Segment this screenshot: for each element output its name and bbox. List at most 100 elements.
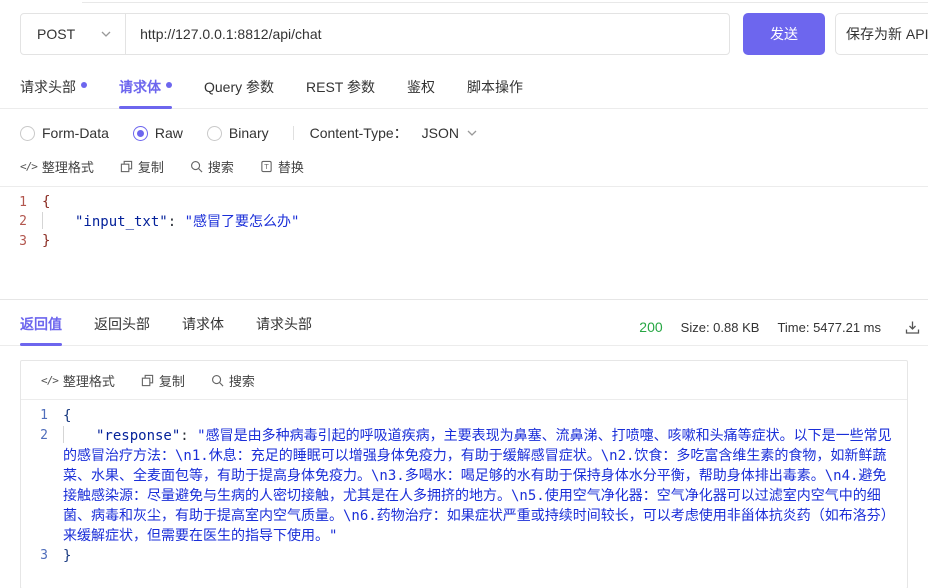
tab-query-params[interactable]: Query 参数 xyxy=(204,71,274,108)
response-tabs-row: 返回值 返回头部 请求体 请求头部 200 Size: 0.88 KB Time… xyxy=(0,308,928,346)
json-colon: : xyxy=(167,214,185,230)
content-type-select[interactable]: JSON xyxy=(422,125,477,141)
tab-label: 返回值 xyxy=(20,316,62,332)
tool-label: 搜索 xyxy=(228,374,255,389)
json-key: "input_txt" xyxy=(75,214,168,230)
brace: } xyxy=(63,548,72,564)
save-as-new-api-button[interactable]: 保存为新 API xyxy=(835,13,928,55)
json-colon: : xyxy=(180,428,198,444)
code-icon: </> xyxy=(41,374,59,387)
content-type-value: JSON xyxy=(421,125,460,141)
response-meta: 200 Size: 0.88 KB Time: 5477.21 ms xyxy=(639,319,920,345)
tab-request-headers[interactable]: 请求头部 xyxy=(20,71,87,108)
search-button[interactable]: 搜索 xyxy=(211,371,255,390)
json-value: "感冒是由多种病毒引起的呼吸道疾病，主要表现为鼻塞、流鼻涕、打喷嚏、咳嗽和头痛等… xyxy=(63,428,895,544)
send-button[interactable]: 发送 xyxy=(743,13,825,55)
response-size: Size: 0.88 KB xyxy=(680,319,760,335)
indent-guide xyxy=(63,426,96,443)
svg-text:T: T xyxy=(263,163,269,171)
tool-label: 复制 xyxy=(158,374,185,389)
status-code: 200 xyxy=(639,319,663,335)
radio-label: Form-Data xyxy=(42,125,109,141)
tab-label: 鉴权 xyxy=(407,79,435,95)
code-line: 2 "response": "感冒是由多种病毒引起的呼吸道疾病，主要表现为鼻塞、… xyxy=(21,426,907,546)
response-time: Time: 5477.21 ms xyxy=(777,319,881,335)
radio-label: Binary xyxy=(228,125,269,141)
request-bar: POST 发送 保存为新 API xyxy=(20,13,928,55)
url-input[interactable] xyxy=(126,14,729,54)
tool-label: 替换 xyxy=(277,160,304,175)
search-icon xyxy=(190,161,203,173)
line-number: 1 xyxy=(40,408,48,423)
tab-label: 返回头部 xyxy=(94,316,150,332)
request-tabs: 请求头部 请求体 Query 参数 REST 参数 鉴权 脚本操作 xyxy=(0,71,928,109)
download-icon[interactable] xyxy=(905,320,920,335)
request-editor[interactable]: 1 { 2 "input_txt": "感冒了要怎么办" 3 } xyxy=(0,186,928,251)
format-button[interactable]: </> 整理格式 xyxy=(41,371,115,390)
tool-label: 复制 xyxy=(137,160,164,175)
line-number: 3 xyxy=(19,234,27,249)
tab-label: REST 参数 xyxy=(306,79,375,95)
brace: { xyxy=(42,194,51,210)
copy-icon xyxy=(141,374,154,387)
tool-label: 整理格式 xyxy=(41,160,94,175)
response-panel: </> 整理格式 复制 搜索 1 { 2 "response": "感冒是由多种… xyxy=(20,360,908,588)
brace: { xyxy=(63,408,72,424)
brace: } xyxy=(42,233,51,249)
tab-label: 请求头部 xyxy=(20,79,76,95)
indent-guide xyxy=(42,212,75,229)
response-editor[interactable]: 1 { 2 "response": "感冒是由多种病毒引起的呼吸道疾病，主要表现… xyxy=(21,400,907,588)
chevron-down-icon xyxy=(101,31,111,37)
radio-binary[interactable]: Binary xyxy=(206,125,269,141)
code-line: 1 { xyxy=(0,193,928,212)
tab-rest-params[interactable]: REST 参数 xyxy=(306,71,375,108)
tab-response-body[interactable]: 返回值 xyxy=(20,308,62,346)
tab-response-headers[interactable]: 返回头部 xyxy=(94,308,150,345)
copy-icon xyxy=(120,160,133,173)
code-line: 3 } xyxy=(0,232,928,251)
divider xyxy=(292,126,294,140)
code-icon: </> xyxy=(20,160,38,173)
tab-label: 请求头部 xyxy=(256,316,312,332)
radio-form-data[interactable]: Form-Data xyxy=(20,125,109,141)
response-toolbar: </> 整理格式 复制 搜索 xyxy=(21,361,907,400)
radio-checked-icon xyxy=(132,125,148,141)
tab-scripts[interactable]: 脚本操作 xyxy=(467,71,523,108)
tab-label: 脚本操作 xyxy=(467,79,523,95)
body-type-row: Form-Data Raw Binary Content-Type： JSON xyxy=(20,123,928,143)
radio-icon xyxy=(20,125,35,141)
method-value: POST xyxy=(37,26,76,42)
json-value: "感冒了要怎么办" xyxy=(184,214,300,230)
replace-icon: T xyxy=(261,160,272,173)
line-number: 1 xyxy=(19,195,27,210)
tab-sent-headers[interactable]: 请求头部 xyxy=(256,308,312,345)
section-divider xyxy=(0,299,928,300)
request-editor-toolbar: </> 整理格式 复制 搜索 T 替换 xyxy=(20,157,928,176)
modified-dot xyxy=(81,82,87,88)
radio-label: Raw xyxy=(154,125,183,141)
window-tab-edge xyxy=(82,0,928,3)
modified-dot xyxy=(166,82,172,88)
code-line: 1 { xyxy=(21,406,907,426)
tab-request-body[interactable]: 请求体 xyxy=(119,71,172,109)
code-line: 2 "input_txt": "感冒了要怎么办" xyxy=(0,212,928,232)
format-button[interactable]: </> 整理格式 xyxy=(20,157,94,176)
tab-label: 请求体 xyxy=(119,79,161,95)
radio-icon xyxy=(206,125,222,141)
line-number: 3 xyxy=(40,548,48,563)
replace-button[interactable]: T 替换 xyxy=(260,157,304,176)
json-key: "response" xyxy=(96,428,181,444)
chevron-down-icon xyxy=(467,130,477,136)
copy-button[interactable]: 复制 xyxy=(141,371,185,390)
tab-auth[interactable]: 鉴权 xyxy=(407,71,435,108)
url-group: POST xyxy=(20,13,730,55)
tool-label: 搜索 xyxy=(207,160,234,175)
copy-button[interactable]: 复制 xyxy=(120,157,164,176)
radio-raw[interactable]: Raw xyxy=(132,125,183,141)
tab-sent-body[interactable]: 请求体 xyxy=(182,308,224,345)
method-select[interactable]: POST xyxy=(21,14,127,54)
tab-label: 请求体 xyxy=(182,316,224,332)
search-button[interactable]: 搜索 xyxy=(190,157,234,176)
code-line: 3 } xyxy=(21,546,907,566)
line-number: 2 xyxy=(19,214,27,229)
